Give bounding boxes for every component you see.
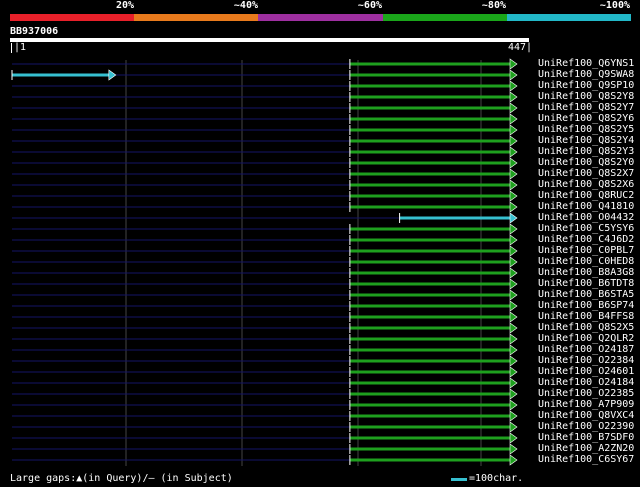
hit-name[interactable]: UniRef100_Q8S2X5 bbox=[538, 322, 634, 333]
hit-arrowhead bbox=[509, 69, 518, 81]
hit-name[interactable]: UniRef100_O22390 bbox=[538, 421, 634, 432]
hit-arrowhead bbox=[509, 179, 518, 191]
hit-name[interactable]: UniRef100_Q2QLR2 bbox=[538, 333, 634, 344]
gaps-legend: Large gaps:▲(in Query)/– (in Subject) bbox=[10, 473, 233, 484]
hit-arrowhead bbox=[509, 388, 518, 400]
hit-name[interactable]: UniRef100_O24187 bbox=[538, 344, 634, 355]
hit-arrowhead bbox=[509, 344, 518, 356]
hit-arrowhead bbox=[509, 432, 518, 444]
hit-arrowhead bbox=[108, 69, 117, 81]
hit-name[interactable]: UniRef100_Q9SWA8 bbox=[538, 69, 634, 80]
hit-arrowhead bbox=[509, 201, 518, 213]
hit-name[interactable]: UniRef100_B6TDT8 bbox=[538, 278, 634, 289]
hit-name[interactable]: UniRef100_B8A3G8 bbox=[538, 267, 634, 278]
hit-arrowhead bbox=[509, 190, 518, 202]
hit-name[interactable]: UniRef100_Q8S2Y7 bbox=[538, 102, 634, 113]
hit-name[interactable]: UniRef100_Q8S2X7 bbox=[538, 168, 634, 179]
hit-arrowhead bbox=[509, 267, 518, 279]
hit-arrowhead bbox=[509, 366, 518, 378]
hit-name[interactable]: UniRef100_Q9SP10 bbox=[538, 80, 634, 91]
hit-name[interactable]: UniRef100_B4FFS8 bbox=[538, 311, 634, 322]
hit-name[interactable]: UniRef100_A2ZN20 bbox=[538, 443, 634, 454]
hit-name[interactable]: UniRef100_C0PBL7 bbox=[538, 245, 634, 256]
hit-name[interactable]: UniRef100_B6SP74 bbox=[538, 300, 634, 311]
hit-arrowhead bbox=[509, 410, 518, 422]
hit-name[interactable]: UniRef100_Q8S2Y6 bbox=[538, 113, 634, 124]
hit-name[interactable]: UniRef100_O04432 bbox=[538, 212, 634, 223]
hit-arrowhead bbox=[509, 421, 518, 433]
hit-name[interactable]: UniRef100_Q8RUC2 bbox=[538, 190, 634, 201]
hit-name[interactable]: UniRef100_O24601 bbox=[538, 366, 634, 377]
scale-legend: =100char. bbox=[469, 473, 524, 484]
hit-arrowhead bbox=[509, 168, 518, 180]
hit-arrowhead bbox=[509, 399, 518, 411]
hit-arrowhead bbox=[509, 355, 518, 367]
hit-name[interactable]: UniRef100_Q8S2Y0 bbox=[538, 157, 634, 168]
hit-name[interactable]: UniRef100_Q8S2Y4 bbox=[538, 135, 634, 146]
hit-arrowhead bbox=[509, 289, 518, 301]
hit-name[interactable]: UniRef100_B6STA5 bbox=[538, 289, 634, 300]
hit-name[interactable]: UniRef100_Q8VXC4 bbox=[538, 410, 634, 421]
hit-arrowhead bbox=[509, 223, 518, 235]
hit-name[interactable]: UniRef100_B7SDF0 bbox=[538, 432, 634, 443]
hit-arrowhead bbox=[509, 454, 518, 466]
hit-arrowhead bbox=[509, 377, 518, 389]
hit-arrowhead bbox=[509, 333, 518, 345]
hit-name[interactable]: UniRef100_Q8S2X6 bbox=[538, 179, 634, 190]
hit-name[interactable]: UniRef100_Q8S2Y5 bbox=[538, 124, 634, 135]
hit-arrowhead bbox=[509, 146, 518, 158]
hit-arrowhead bbox=[509, 300, 518, 312]
hit-arrowhead bbox=[509, 157, 518, 169]
hit-name[interactable]: UniRef100_A7P909 bbox=[538, 399, 634, 410]
hit-name[interactable]: UniRef100_Q8S2Y3 bbox=[538, 146, 634, 157]
hit-arrowhead bbox=[509, 256, 518, 268]
hit-arrowhead bbox=[509, 91, 518, 103]
hit-name[interactable]: UniRef100_C4J6D2 bbox=[538, 234, 634, 245]
hit-name[interactable]: UniRef100_C5YSY6 bbox=[538, 223, 634, 234]
hit-name[interactable]: UniRef100_O24184 bbox=[538, 377, 634, 388]
hit-arrowhead bbox=[509, 102, 518, 114]
hit-arrowhead bbox=[509, 135, 518, 147]
hit-arrowhead bbox=[509, 58, 518, 70]
scale-swatch bbox=[451, 478, 467, 481]
hit-name[interactable]: UniRef100_Q6YNS1 bbox=[538, 58, 634, 69]
hit-arrowhead bbox=[509, 443, 518, 455]
hit-name[interactable]: UniRef100_Q8S2Y8 bbox=[538, 91, 634, 102]
hit-name[interactable]: UniRef100_C0HED8 bbox=[538, 256, 634, 267]
hit-arrowhead bbox=[509, 322, 518, 334]
hit-arrowhead bbox=[509, 311, 518, 323]
hit-arrowhead bbox=[509, 278, 518, 290]
hit-arrowhead bbox=[509, 113, 518, 125]
hit-arrowhead bbox=[509, 234, 518, 246]
hit-name[interactable]: UniRef100_O22384 bbox=[538, 355, 634, 366]
hit-arrowhead bbox=[509, 124, 518, 136]
hit-arrowhead bbox=[509, 245, 518, 257]
hit-arrowhead bbox=[509, 212, 518, 224]
hit-name[interactable]: UniRef100_Q41810 bbox=[538, 201, 634, 212]
hit-name[interactable]: UniRef100_C6SY67 bbox=[538, 454, 634, 465]
hit-arrowhead bbox=[509, 80, 518, 92]
hit-name[interactable]: UniRef100_O22385 bbox=[538, 388, 634, 399]
